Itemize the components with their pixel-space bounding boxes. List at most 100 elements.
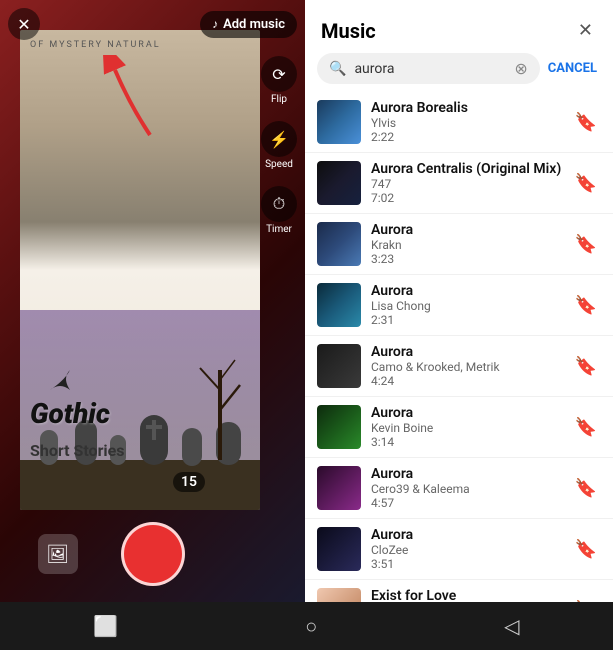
spacer — [228, 534, 268, 574]
bookmark-button[interactable]: 🔖 — [567, 108, 601, 137]
track-duration: 3:23 — [371, 252, 567, 266]
bookmark-button[interactable]: 🔖 — [567, 413, 601, 442]
music-panel-title: Music — [321, 19, 376, 43]
track-duration: 4:24 — [371, 374, 567, 388]
close-music-button[interactable]: ✕ — [574, 16, 597, 45]
book-top-text: OF MYSTERY NATURAL — [30, 40, 250, 50]
nav-square-button[interactable]: ⬜ — [73, 606, 138, 646]
track-item[interactable]: Aurora Camo & Krooked, Metrik 4:24 🔖 — [305, 336, 613, 397]
track-name: Aurora — [371, 405, 567, 421]
track-artist: Krakn — [371, 238, 567, 252]
track-name: Aurora — [371, 344, 567, 360]
track-artist: CloZee — [371, 543, 567, 557]
track-info: Aurora Cero39 & Kaleema 4:57 — [371, 466, 567, 510]
speed-label: Speed — [265, 159, 293, 170]
track-duration: 4:57 — [371, 496, 567, 510]
track-artist: Kevin Boine — [371, 421, 567, 435]
track-item[interactable]: Aurora Cero39 & Kaleema 4:57 🔖 — [305, 458, 613, 519]
track-duration: 2:22 — [371, 130, 567, 144]
flip-label: Flip — [271, 94, 287, 105]
track-item[interactable]: Aurora Krakn 3:23 🔖 — [305, 214, 613, 275]
bookmark-button[interactable]: 🔖 — [567, 291, 601, 320]
bookmark-button[interactable]: 🔖 — [567, 230, 601, 259]
gallery-button[interactable]: 🖼 — [38, 534, 78, 574]
track-name: Aurora Borealis — [371, 100, 567, 116]
track-duration: 7:02 — [371, 191, 567, 205]
timer-button[interactable]: ⏱ Timer — [261, 186, 297, 235]
camera-bottom-controls: 🖼 — [0, 522, 305, 586]
close-camera-button[interactable]: ✕ — [8, 8, 40, 40]
search-input-value: aurora — [354, 61, 514, 77]
track-artist: Camo & Krooked, Metrik — [371, 360, 567, 374]
navigation-bar: ⬜ ○ ◁ — [0, 602, 613, 650]
nav-back-button[interactable]: ◁ — [484, 606, 539, 646]
track-name: Aurora — [371, 466, 567, 482]
track-art — [317, 100, 361, 144]
speed-button[interactable]: ⚡ Speed — [261, 121, 297, 170]
track-art — [317, 283, 361, 327]
track-item[interactable]: Aurora Centralis (Original Mix) 747 7:02… — [305, 153, 613, 214]
track-duration: 2:31 — [371, 313, 567, 327]
record-button[interactable] — [121, 522, 185, 586]
bookmark-button[interactable]: 🔖 — [567, 474, 601, 503]
search-clear-button[interactable]: ⊗ — [514, 59, 527, 78]
track-art — [317, 161, 361, 205]
track-item[interactable]: Aurora CloZee 3:51 🔖 — [305, 519, 613, 580]
timer-icon: ⏱ — [261, 186, 297, 222]
search-row: 🔍 aurora ⊗ CANCEL — [317, 53, 601, 84]
track-artist: 747 — [371, 177, 567, 191]
track-info: Aurora Krakn 3:23 — [371, 222, 567, 266]
track-item[interactable]: Exist for Love AURORA 4:13 🔖 — [305, 580, 613, 602]
track-name: Aurora — [371, 283, 567, 299]
cancel-search-button[interactable]: CANCEL — [540, 61, 601, 76]
track-item[interactable]: Aurora Borealis Ylvis 2:22 🔖 — [305, 92, 613, 153]
track-info: Aurora Centralis (Original Mix) 747 7:02 — [371, 161, 567, 205]
timer-label: Timer — [266, 224, 292, 235]
search-bar[interactable]: 🔍 aurora ⊗ — [317, 53, 540, 84]
nav-home-button[interactable]: ○ — [285, 606, 337, 647]
speed-icon: ⚡ — [261, 121, 297, 157]
track-name: Aurora — [371, 527, 567, 543]
track-duration: 3:51 — [371, 557, 567, 571]
track-artist: Lisa Chong — [371, 299, 567, 313]
track-artist: Ylvis — [371, 116, 567, 130]
track-artist: Cero39 & Kaleema — [371, 482, 567, 496]
track-info: Aurora Camo & Krooked, Metrik 4:24 — [371, 344, 567, 388]
track-item[interactable]: Aurora Kevin Boine 3:14 🔖 — [305, 397, 613, 458]
music-note-icon: ♪ — [212, 17, 218, 31]
track-duration: 3:14 — [371, 435, 567, 449]
camera-panel: OF MYSTERY NATURAL — [0, 0, 305, 602]
track-art — [317, 405, 361, 449]
flip-icon: ⟳ — [261, 56, 297, 92]
track-info: Aurora CloZee 3:51 — [371, 527, 567, 571]
track-name: Exist for Love — [371, 588, 567, 602]
book-title-gothic: Gothic — [30, 399, 110, 430]
track-info: Aurora Borealis Ylvis 2:22 — [371, 100, 567, 144]
track-name: Aurora Centralis (Original Mix) — [371, 161, 567, 177]
track-item[interactable]: Aurora Lisa Chong 2:31 🔖 — [305, 275, 613, 336]
track-info: Aurora Kevin Boine 3:14 — [371, 405, 567, 449]
music-panel: Music ✕ 🔍 aurora ⊗ CANCEL Aurora Boreali… — [305, 0, 613, 602]
right-controls: ⟳ Flip ⚡ Speed ⏱ Timer — [261, 8, 297, 235]
track-art — [317, 527, 361, 571]
book-subtitle: Short Stories — [30, 441, 125, 460]
track-list: Aurora Borealis Ylvis 2:22 🔖 Aurora Cent… — [305, 92, 613, 602]
camera-top-controls: ✕ ♪ Add music — [8, 8, 297, 40]
track-art — [317, 466, 361, 510]
flip-button[interactable]: ⟳ Flip — [261, 56, 297, 105]
track-art — [317, 344, 361, 388]
book-cover: OF MYSTERY NATURAL — [20, 30, 260, 510]
track-art — [317, 588, 361, 602]
track-info: Aurora Lisa Chong 2:31 — [371, 283, 567, 327]
search-icon: 🔍 — [329, 61, 346, 77]
bookmark-button[interactable]: 🔖 — [567, 535, 601, 564]
track-info: Exist for Love AURORA 4:13 — [371, 588, 567, 602]
bookmark-button[interactable]: 🔖 — [567, 352, 601, 381]
gallery-icon: 🖼 — [46, 544, 69, 565]
track-art — [317, 222, 361, 266]
counter-badge: 15 — [173, 472, 205, 492]
close-icon: ✕ — [17, 15, 30, 34]
bookmark-button[interactable]: 🔖 — [567, 169, 601, 198]
track-name: Aurora — [371, 222, 567, 238]
music-header: Music ✕ — [305, 0, 613, 53]
